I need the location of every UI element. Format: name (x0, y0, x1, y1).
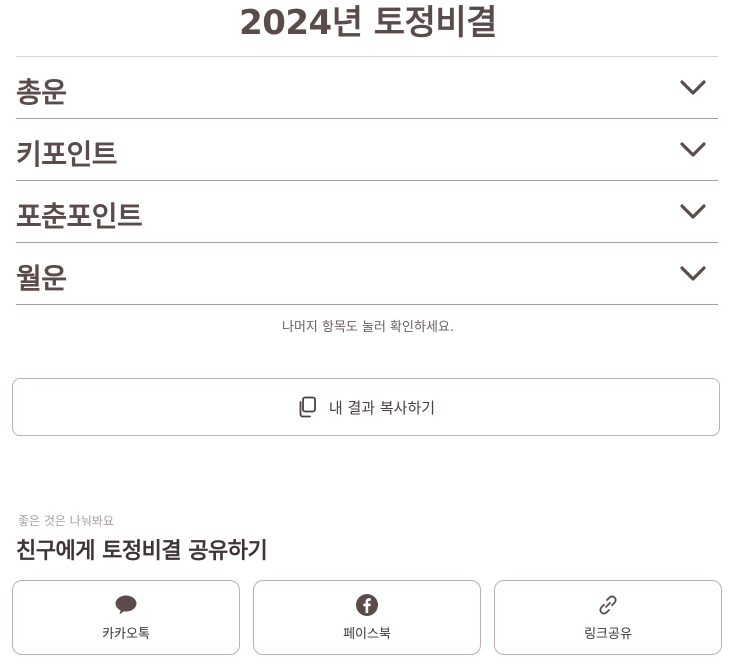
link-share-button[interactable]: 링크공유 (494, 580, 722, 655)
chevron-down-icon[interactable] (678, 73, 708, 103)
link-icon (596, 593, 620, 617)
share-title: 친구에게 토정비결 공유하기 (16, 539, 268, 564)
accordion-item-overall[interactable]: 총운 (16, 57, 718, 119)
share-button-label: 페이스북 (343, 627, 391, 642)
chevron-down-icon[interactable] (678, 135, 708, 165)
accordion-item-label: 포춘포인트 (16, 199, 143, 233)
accordion-item-label: 총운 (16, 75, 67, 109)
fortune-accordion: 총운 키포인트 포춘포인트 월운 (16, 56, 718, 305)
share-buttons: 카카오톡 페이스북 링크공유 (12, 580, 722, 655)
copy-icon (297, 396, 319, 418)
share-subtitle: 좋은 것은 나눠봐요 (18, 514, 114, 528)
hint-text: 나머지 항목도 눌러 확인하세요. (281, 320, 454, 335)
accordion-item-fortune-point[interactable]: 포춘포인트 (16, 181, 718, 243)
share-button-label: 링크공유 (584, 627, 632, 642)
accordion-item-monthly[interactable]: 월운 (16, 243, 718, 305)
kakaotalk-share-button[interactable]: 카카오톡 (12, 580, 240, 655)
speech-bubble-icon (114, 593, 138, 617)
accordion-item-label: 월운 (16, 261, 67, 295)
copy-result-button[interactable]: 내 결과 복사하기 (12, 378, 720, 436)
copy-button-label: 내 결과 복사하기 (328, 398, 436, 417)
chevron-down-icon[interactable] (678, 197, 708, 227)
share-button-label: 카카오톡 (102, 627, 150, 642)
facebook-icon (355, 593, 379, 617)
facebook-share-button[interactable]: 페이스북 (253, 580, 481, 655)
chevron-down-icon[interactable] (678, 259, 708, 289)
accordion-item-label: 키포인트 (16, 137, 118, 171)
page-title: 2024년 토정비결 (239, 3, 497, 43)
accordion-item-keypoint[interactable]: 키포인트 (16, 119, 718, 181)
